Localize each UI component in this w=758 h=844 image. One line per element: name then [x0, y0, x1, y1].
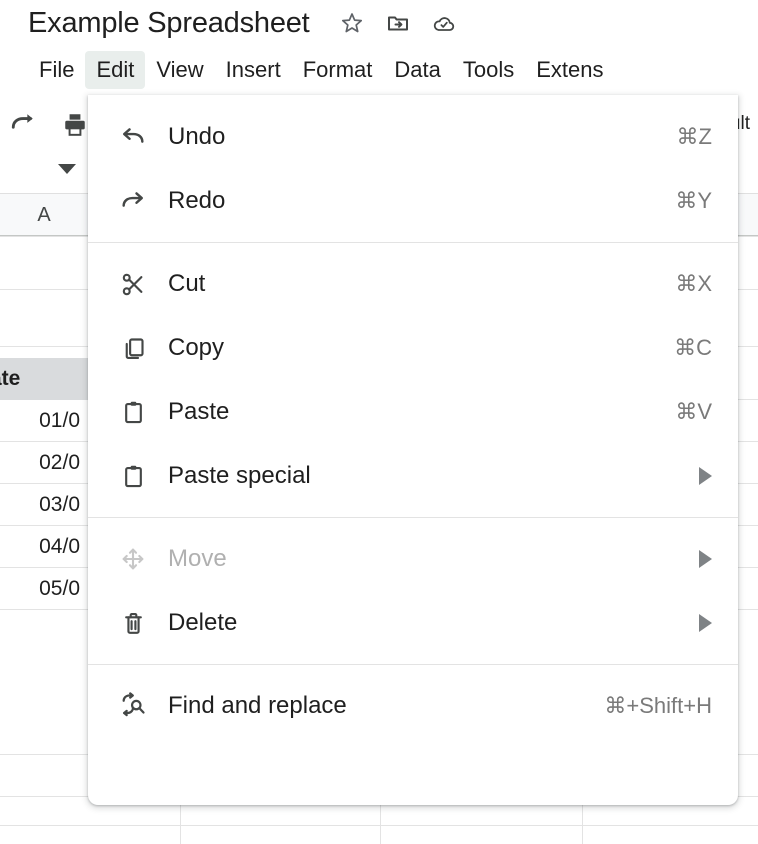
google-sheets-window: A ate 01/0 02/0 03/0 04/0 05/0 — [0, 0, 758, 844]
cell-a4[interactable]: 03/0 — [0, 484, 88, 526]
gridline-h — [0, 825, 758, 826]
menu-item-label: Find and replace — [168, 692, 347, 719]
menu-data[interactable]: Data — [383, 51, 451, 89]
menu-item-delete[interactable]: Delete — [88, 591, 738, 655]
menu-item-label: Paste — [168, 398, 230, 425]
menu-item-accel: ⌘V — [675, 399, 712, 424]
menu-item-cut[interactable]: Cut ⌘X — [88, 252, 738, 316]
menu-divider — [88, 517, 738, 518]
menu-item-label: Redo — [168, 187, 226, 214]
cloud-saved-icon[interactable] — [432, 11, 456, 35]
submenu-arrow-icon — [699, 467, 712, 485]
menu-insert[interactable]: Insert — [215, 51, 292, 89]
menu-divider — [88, 242, 738, 243]
scissors-icon — [118, 269, 148, 299]
cell-a5[interactable]: 04/0 — [0, 526, 88, 568]
chevron-down-icon[interactable] — [58, 164, 76, 174]
menu-item-accel: ⌘C — [674, 335, 712, 360]
menu-item-label: Delete — [168, 609, 238, 636]
menu-file[interactable]: File — [28, 51, 85, 89]
menu-item-accel: ⌘Z — [676, 124, 712, 149]
cell-a2[interactable]: 01/0 — [0, 400, 88, 442]
menu-item-label: Paste special — [168, 462, 311, 489]
redo-icon[interactable] — [10, 111, 36, 137]
trash-icon — [118, 608, 148, 638]
menu-item-label: Move — [168, 545, 227, 572]
title-icon-group — [340, 11, 456, 35]
clipboard-icon — [118, 461, 148, 491]
menu-item-undo[interactable]: Undo ⌘Z — [88, 105, 738, 169]
column-header-a[interactable]: A — [0, 194, 88, 236]
menu-item-label: Undo — [168, 123, 226, 150]
page-title[interactable]: Example Spreadsheet — [28, 7, 310, 40]
menu-item-paste[interactable]: Paste ⌘V — [88, 380, 738, 444]
menu-format[interactable]: Format — [292, 51, 384, 89]
edit-menu-dropdown: Undo ⌘Z Redo ⌘Y Cut ⌘X Copy ⌘C Paste ⌘V … — [88, 95, 738, 805]
submenu-arrow-icon — [699, 614, 712, 632]
submenu-arrow-icon — [699, 550, 712, 568]
menu-view[interactable]: View — [145, 51, 214, 89]
menu-divider — [88, 664, 738, 665]
menu-edit[interactable]: Edit — [85, 51, 146, 89]
menu-item-label: Copy — [168, 334, 225, 361]
menu-item-accel: ⌘Y — [675, 188, 712, 213]
menu-item-accel: ⌘+Shift+H — [604, 693, 712, 718]
undo-icon — [118, 122, 148, 152]
menu-item-move: Move — [88, 527, 738, 591]
menu-tools[interactable]: Tools — [452, 51, 525, 89]
cell-a6[interactable]: 05/0 — [0, 568, 88, 610]
menu-item-accel: ⌘X — [675, 271, 712, 296]
clipboard-icon — [118, 397, 148, 427]
move-to-folder-icon[interactable] — [386, 11, 410, 35]
print-icon[interactable] — [62, 111, 88, 137]
menu-item-label: Cut — [168, 270, 206, 297]
move-arrows-icon — [118, 544, 148, 574]
redo-icon — [118, 186, 148, 216]
cell-a3[interactable]: 02/0 — [0, 442, 88, 484]
title-bar: Example Spreadsheet — [0, 0, 758, 46]
menu-bar: File Edit View Insert Format Data Tools … — [0, 46, 758, 94]
cell-a1-date[interactable]: ate — [0, 358, 88, 400]
find-replace-icon — [118, 691, 148, 721]
menu-extensions[interactable]: Extens — [525, 51, 614, 89]
copy-icon — [118, 333, 148, 363]
menu-item-copy[interactable]: Copy ⌘C — [88, 316, 738, 380]
menu-item-redo[interactable]: Redo ⌘Y — [88, 169, 738, 233]
menu-item-paste-special[interactable]: Paste special — [88, 444, 738, 508]
menu-item-find-and-replace[interactable]: Find and replace ⌘+Shift+H — [88, 674, 738, 738]
star-icon[interactable] — [340, 11, 364, 35]
